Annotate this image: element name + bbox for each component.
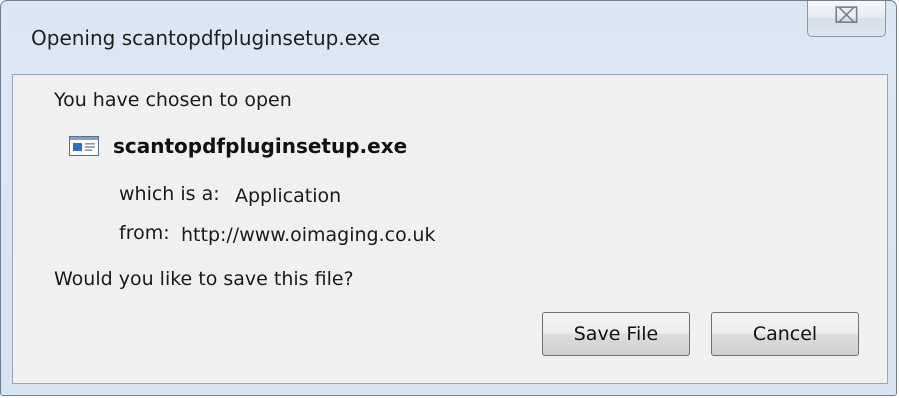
- file-name: scantopdfpluginsetup.exe: [113, 134, 408, 158]
- file-row: scantopdfpluginsetup.exe: [69, 134, 407, 158]
- which-is-label: which is a:: [119, 183, 220, 205]
- application-window-icon: [69, 136, 99, 156]
- intro-text: You have chosen to open: [54, 89, 292, 111]
- window-title: Opening scantopdfpluginsetup.exe: [31, 26, 381, 50]
- save-question: Would you like to save this file?: [54, 268, 354, 290]
- from-value: http://www.oimaging.co.uk: [181, 224, 436, 246]
- close-icon: ⌧: [833, 4, 860, 29]
- from-label: from:: [119, 222, 170, 244]
- cancel-button[interactable]: Cancel: [711, 312, 859, 356]
- dialog-body: You have chosen to open scantopdfplugins…: [12, 74, 888, 384]
- download-dialog-window: Opening scantopdfpluginsetup.exe ⌧ You h…: [0, 0, 897, 396]
- close-button[interactable]: ⌧: [807, 1, 886, 37]
- save-file-button[interactable]: Save File: [542, 312, 690, 356]
- title-bar[interactable]: Opening scantopdfpluginsetup.exe ⌧: [1, 1, 896, 73]
- which-is-value: Application: [235, 185, 342, 207]
